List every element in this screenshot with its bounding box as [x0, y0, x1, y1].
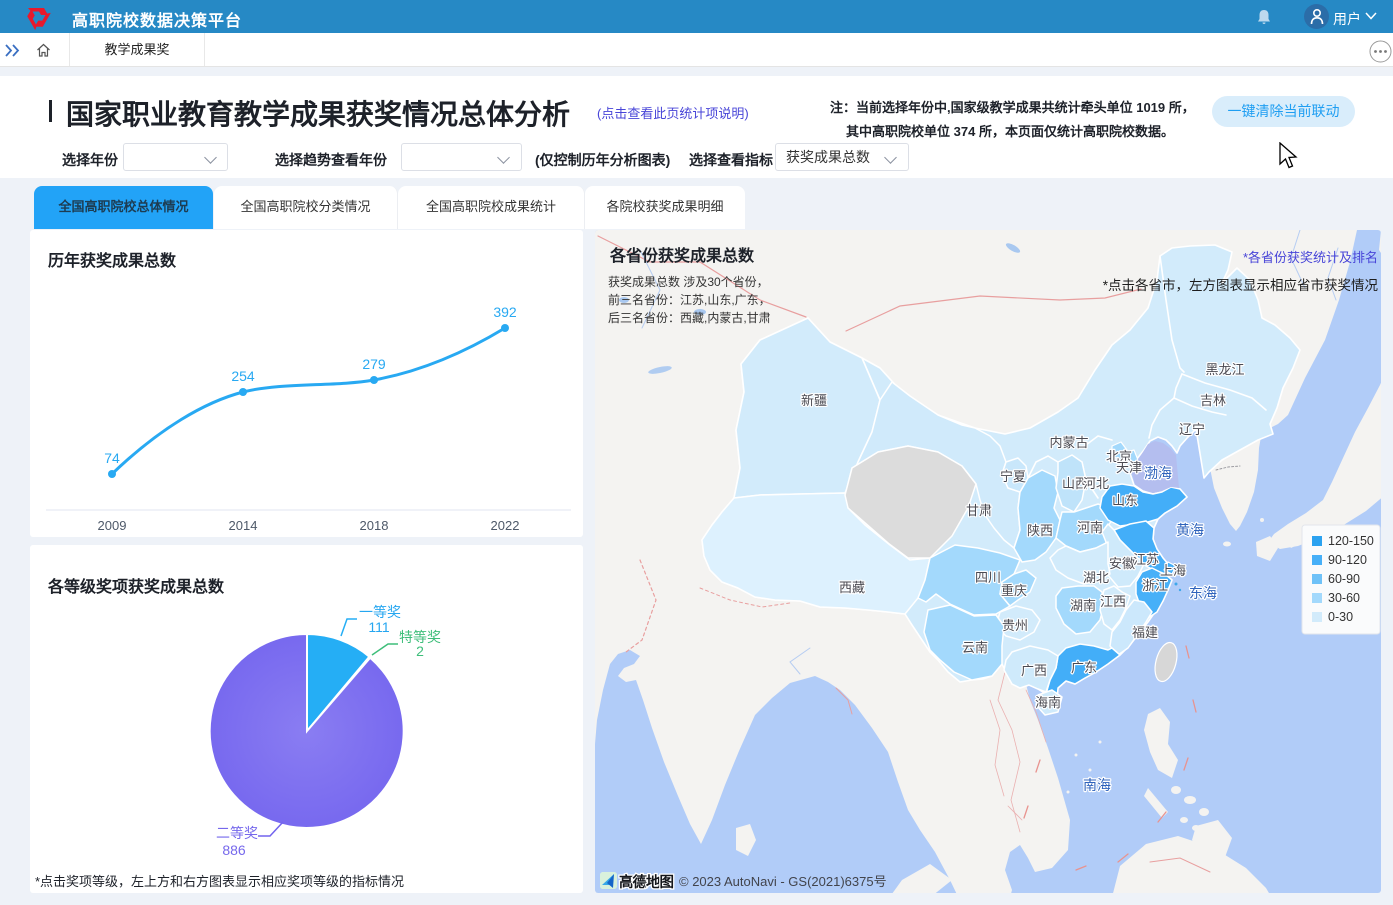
svg-text:2022: 2022 [491, 518, 520, 533]
svg-text:江苏: 江苏 [1133, 552, 1159, 567]
svg-text:*点击奖项等级，左上方和右方图表显示相应奖项等级的指标情况: *点击奖项等级，左上方和右方图表显示相应奖项等级的指标情况 [35, 874, 404, 889]
svg-text:2018: 2018 [360, 518, 389, 533]
svg-text:30-60: 30-60 [1328, 591, 1360, 605]
svg-text:福建: 福建 [1132, 625, 1158, 640]
svg-text:120-150: 120-150 [1328, 534, 1374, 548]
svg-text:湖南: 湖南 [1070, 598, 1096, 613]
svg-text:前三名省份：江苏,山东,广东，: 前三名省份：江苏,山东,广东， [608, 292, 771, 307]
svg-text:内蒙古: 内蒙古 [1049, 435, 1088, 450]
svg-text:辽宁: 辽宁 [1179, 422, 1205, 437]
svg-text:*点击各省市，左方图表显示相应省市获奖情况: *点击各省市，左方图表显示相应省市获奖情况 [1103, 277, 1379, 293]
svg-text:四川: 四川 [975, 570, 1001, 585]
svg-text:海南: 海南 [1035, 695, 1061, 710]
svg-text:高德地图: 高德地图 [619, 873, 674, 891]
svg-text:陕西: 陕西 [1027, 523, 1053, 538]
svg-text:2: 2 [416, 643, 424, 659]
svg-text:黑龙江: 黑龙江 [1205, 362, 1244, 377]
svg-text:甘肃: 甘肃 [966, 503, 992, 518]
svg-text:886: 886 [222, 842, 246, 858]
svg-text:2009: 2009 [98, 518, 127, 533]
svg-text:一等奖: 一等奖 [359, 604, 401, 620]
svg-text:*各省份获奖统计及排名: *各省份获奖统计及排名 [1243, 250, 1378, 265]
svg-text:渤海: 渤海 [1144, 465, 1172, 481]
svg-text:60-90: 60-90 [1328, 572, 1360, 586]
svg-text:江西: 江西 [1100, 594, 1126, 609]
svg-text:云南: 云南 [962, 640, 988, 655]
svg-text:392: 392 [493, 304, 517, 320]
svg-text:吉林: 吉林 [1200, 393, 1226, 408]
svg-text:新疆: 新疆 [801, 393, 827, 408]
svg-text:西藏: 西藏 [839, 580, 865, 595]
svg-text:广西: 广西 [1021, 663, 1047, 678]
svg-text:历年获奖成果总数: 历年获奖成果总数 [48, 251, 177, 270]
svg-text:广东: 广东 [1071, 660, 1097, 675]
svg-text:东海: 东海 [1189, 585, 1217, 601]
svg-text:二等奖: 二等奖 [216, 825, 258, 841]
svg-text:获奖成果总数 涉及30个省份，: 获奖成果总数 涉及30个省份， [608, 274, 769, 289]
svg-text:后三名省份：西藏,内蒙古,甘肃: 后三名省份：西藏,内蒙古,甘肃 [608, 310, 771, 325]
svg-text:河南: 河南 [1077, 520, 1103, 535]
svg-text:湖北: 湖北 [1083, 570, 1109, 585]
svg-text:74: 74 [104, 450, 120, 466]
svg-text:254: 254 [231, 368, 255, 384]
svg-text:111: 111 [368, 619, 389, 635]
svg-text:浙江: 浙江 [1142, 578, 1168, 593]
svg-text:南海: 南海 [1083, 777, 1111, 793]
svg-text:上海: 上海 [1160, 563, 1186, 578]
svg-text:各等级奖项获奖成果总数: 各等级奖项获奖成果总数 [47, 577, 225, 596]
svg-text:贵州: 贵州 [1002, 618, 1028, 633]
svg-text:宁夏: 宁夏 [1000, 469, 1026, 484]
svg-text:90-120: 90-120 [1328, 553, 1367, 567]
svg-text:黄海: 黄海 [1176, 522, 1204, 538]
svg-text:安徽: 安徽 [1109, 556, 1135, 571]
svg-text:279: 279 [362, 356, 386, 372]
svg-text:天津: 天津 [1116, 460, 1142, 475]
svg-text:© 2023 AutoNavi - GS(2021)6375: © 2023 AutoNavi - GS(2021)6375号 [679, 874, 887, 889]
svg-text:0-30: 0-30 [1328, 610, 1353, 624]
svg-text:山东: 山东 [1112, 493, 1138, 508]
svg-text:各省份获奖成果总数: 各省份获奖成果总数 [609, 246, 755, 265]
svg-text:重庆: 重庆 [1001, 583, 1027, 598]
svg-text:河北: 河北 [1083, 476, 1109, 491]
svg-text:2014: 2014 [229, 518, 258, 533]
